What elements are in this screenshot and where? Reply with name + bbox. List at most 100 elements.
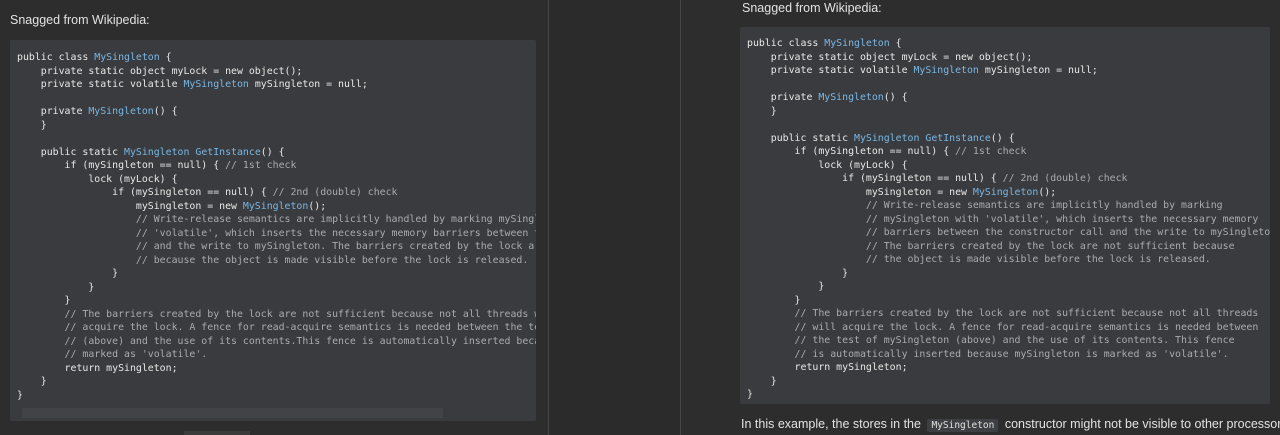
code-line: // 'volatile', which inserts the necessa…: [17, 227, 536, 241]
code-token: if (mySingleton == null) {: [747, 173, 1003, 184]
left-code-block[interactable]: public class MySingleton { private stati…: [10, 40, 536, 421]
pane-divider-left[interactable]: [548, 0, 549, 435]
code-line: }: [747, 388, 1270, 402]
code-line: private static object myLock = new objec…: [17, 65, 536, 79]
code-type-name: MySingleton: [824, 38, 890, 49]
code-token: }: [747, 375, 777, 387]
code-token: }: [17, 376, 47, 387]
code-line: private static object myLock = new objec…: [747, 51, 1270, 65]
code-token: private: [747, 92, 819, 103]
code-comment: // The barriers created by the lock are …: [747, 240, 1235, 252]
code-token: return mySingleton;: [747, 362, 908, 373]
code-comment: // the object is made visible before the…: [747, 254, 1211, 265]
code-line: // because the object is made visible be…: [17, 254, 536, 268]
code-comment: // The barriers created by the lock are …: [747, 308, 1259, 319]
code-line: // barriers between the constructor call…: [747, 226, 1270, 240]
code-comment: // 2nd (double) check: [272, 187, 398, 198]
code-token: () {: [260, 146, 285, 158]
code-token: }: [17, 389, 23, 401]
code-token: private static volatile: [17, 79, 184, 90]
code-line: // marked as 'volatile'.: [17, 348, 536, 362]
right-code-block[interactable]: public class MySingleton { private stati…: [740, 27, 1270, 404]
code-token: () {: [990, 132, 1015, 144]
code-token: public static: [747, 132, 855, 144]
code-line: }: [747, 105, 1270, 119]
code-type-name: MySingleton: [242, 200, 309, 212]
code-line: // The barriers created by the lock are …: [747, 240, 1270, 254]
right-caption: Snagged from Wikipedia:: [742, 1, 882, 15]
code-type-name: GetInstance: [195, 146, 261, 158]
code-comment: // 1st check: [225, 160, 297, 171]
code-line: lock (myLock) {: [17, 173, 536, 187]
code-type-name: MySingleton: [183, 79, 249, 90]
code-comment: // (above) and the use of its contents.T…: [64, 335, 536, 347]
code-type-name: MySingleton: [88, 106, 154, 117]
code-token: {: [159, 52, 172, 63]
code-line: private MySingleton() {: [17, 105, 536, 119]
code-line: public static MySingleton GetInstance() …: [17, 146, 536, 160]
left-code-horizontal-scrollbar[interactable]: [22, 408, 443, 418]
code-line: // (above) and the use of its contents.T…: [17, 335, 536, 349]
code-token: private: [17, 106, 89, 117]
code-comment: // Write-release semantics are implicitl…: [747, 200, 1223, 211]
code-token: if (mySingleton == null) {: [17, 187, 273, 198]
code-comment: // 2nd (double) check: [1002, 173, 1128, 184]
right-paragraph: In this example, the stores in the MySin…: [741, 417, 1280, 432]
code-token: }: [747, 389, 753, 400]
code-comment: // and the write to mySingleton. The bar…: [135, 241, 536, 252]
code-comment: // mySingleton with 'volatile', which in…: [747, 213, 1259, 225]
code-token: private static volatile: [747, 65, 914, 76]
code-line: mySingleton = new MySingleton();: [747, 186, 1270, 200]
code-line: }: [17, 119, 536, 133]
code-comment: // The barriers created by the lock are …: [17, 308, 536, 320]
code-token: lock (myLock) {: [17, 173, 178, 185]
code-line: if (mySingleton == null) { // 1st check: [17, 159, 536, 173]
code-line: }: [17, 294, 536, 308]
code-line: }: [747, 280, 1270, 294]
code-comment: // will acquire the lock. A fence for re…: [747, 321, 1259, 333]
code-token: }: [747, 105, 777, 117]
code-line: if (mySingleton == null) { // 2nd (doubl…: [747, 172, 1270, 186]
code-token: if (mySingleton == null) {: [747, 146, 956, 157]
code-line: // The barriers created by the lock are …: [747, 307, 1270, 321]
code-line: // will acquire the lock. A fence for re…: [747, 321, 1270, 335]
code-token: mySingleton = new: [17, 200, 243, 212]
code-line: }: [17, 267, 536, 281]
code-line: }: [17, 375, 536, 389]
code-line: if (mySingleton == null) { // 1st check: [747, 145, 1270, 159]
code-token: private static object myLock = new objec…: [17, 65, 303, 77]
code-line: // is automatically inserted because myS…: [747, 348, 1270, 362]
code-line: return mySingleton;: [747, 361, 1270, 375]
paragraph-inline-code: MySingleton: [927, 419, 999, 432]
right-pane: Snagged from Wikipedia: public class MyS…: [681, 0, 1280, 435]
code-token: {: [889, 38, 902, 49]
code-token: lock (myLock) {: [747, 159, 908, 171]
code-line: // the object is made visible before the…: [747, 253, 1270, 267]
code-comment: // acquire the lock. A fence for read-ac…: [64, 322, 536, 333]
code-token: }: [747, 294, 801, 306]
code-token: private static object myLock = new objec…: [747, 51, 1033, 63]
code-comment: // Write-release semantics are implicitl…: [135, 214, 536, 225]
code-line: private static volatile MySingleton mySi…: [17, 78, 536, 92]
code-token: public class: [17, 52, 95, 63]
code-type-name: MySingleton: [818, 92, 884, 103]
code-type-name: GetInstance: [925, 132, 991, 144]
code-token: public class: [747, 38, 825, 49]
code-line: }: [747, 267, 1270, 281]
code-comment: // the test of mySingleton (above) and t…: [747, 335, 1235, 346]
code-line: // Write-release semantics are implicitl…: [17, 213, 536, 227]
code-comment: // because the object is made visible be…: [17, 254, 529, 266]
code-token: }: [747, 281, 825, 292]
code-token: mySingleton = new: [747, 186, 973, 198]
paragraph-text-before: In this example, the stores in the: [741, 417, 921, 431]
paragraph-text-after: constructor might not be visible to othe…: [1004, 417, 1280, 431]
code-line: // mySingleton with 'volatile', which in…: [747, 213, 1270, 227]
code-line: // Write-release semantics are implicitl…: [747, 199, 1270, 213]
code-line: // The barriers created by the lock are …: [17, 308, 536, 322]
code-line: public class MySingleton {: [17, 51, 536, 65]
code-line: if (mySingleton == null) { // 2nd (doubl…: [17, 186, 536, 200]
code-token: mySingleton = null;: [248, 79, 368, 90]
